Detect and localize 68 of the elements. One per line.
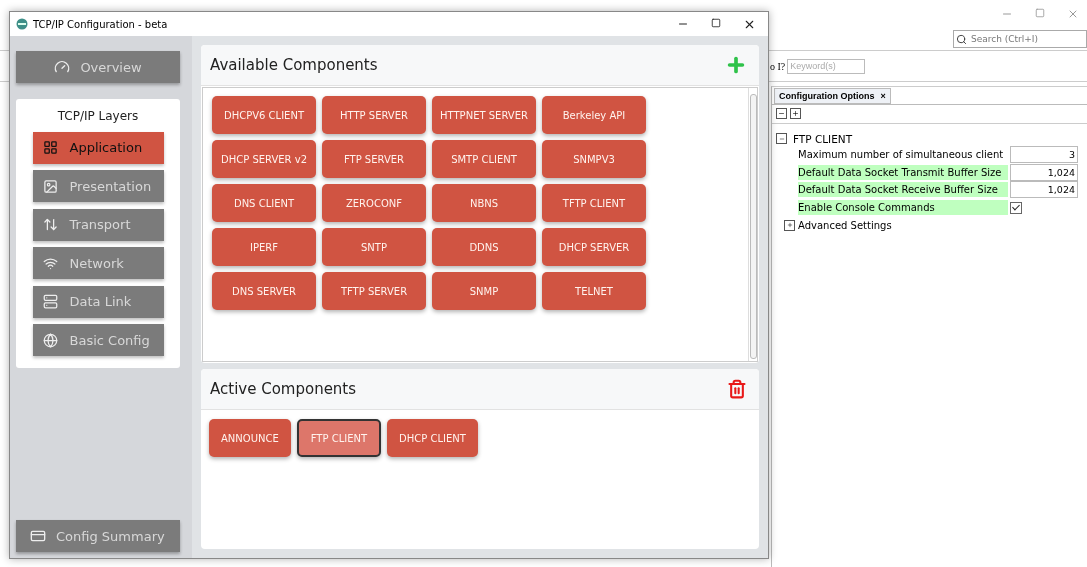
component-button[interactable]: TFTP CLIENT: [542, 184, 646, 222]
layer-button[interactable]: Basic Config: [32, 324, 164, 356]
component-button[interactable]: HTTP SERVER: [322, 96, 426, 134]
overview-button[interactable]: Overview: [16, 51, 180, 83]
layers-title: TCP/IP Layers: [57, 109, 139, 123]
component-button[interactable]: Berkeley API: [542, 96, 646, 134]
component-button[interactable]: HTTPNET SERVER: [432, 96, 536, 134]
value-field[interactable]: 1,024: [1010, 163, 1078, 181]
component-button[interactable]: DHCPV6 CLIENT: [212, 96, 316, 134]
option-label: Default Data Socket Receive Buffer Size: [798, 182, 1008, 198]
value-field[interactable]: 3: [1010, 146, 1078, 164]
config-summary-button[interactable]: Config Summary: [16, 520, 180, 552]
panel-title: Available Components: [210, 56, 378, 74]
component-button[interactable]: SNTP: [322, 228, 426, 266]
component-button[interactable]: DHCP CLIENT: [387, 419, 478, 457]
scrollbar[interactable]: [748, 88, 757, 361]
maximize-icon[interactable]: [711, 17, 721, 28]
component-button[interactable]: DNS CLIENT: [212, 184, 316, 222]
panel-title: Active Components: [210, 380, 357, 398]
question-label: o I?: [770, 60, 786, 72]
layer-button[interactable]: Application: [32, 131, 164, 164]
tree-node[interactable]: Advanced Settings: [798, 219, 892, 231]
wifi-icon: [42, 255, 58, 271]
globe-icon: [42, 332, 58, 348]
expand-all-icon[interactable]: [790, 108, 801, 119]
image-icon: [42, 178, 58, 194]
component-button[interactable]: NBNS: [432, 184, 536, 222]
checkbox[interactable]: [1010, 201, 1022, 214]
option-label: Maximum number of simultaneous client: [798, 148, 1005, 163]
app-icon: [16, 18, 28, 30]
layer-button[interactable]: Presentation: [32, 170, 164, 202]
component-button[interactable]: DNS SERVER: [212, 272, 316, 310]
collapse-icon[interactable]: [776, 133, 787, 144]
layer-button[interactable]: Data Link: [32, 285, 164, 318]
collapse-all-icon[interactable]: [776, 108, 787, 119]
arrows-icon: [42, 217, 58, 232]
search-field[interactable]: Search (Ctrl+I): [953, 30, 1087, 48]
component-button[interactable]: DHCP SERVER v2: [212, 140, 316, 178]
option-label: Default Data Socket Transmit Buffer Size: [798, 164, 1008, 180]
component-button[interactable]: FTP SERVER: [322, 140, 426, 178]
grid-icon: [42, 140, 58, 155]
value-field[interactable]: 1,024: [1010, 181, 1078, 199]
panel-tab[interactable]: Configuration Options ×: [774, 88, 891, 104]
search-icon: [956, 33, 967, 45]
search-placeholder: Search (Ctrl+I): [971, 34, 1038, 44]
server-icon: [42, 294, 58, 309]
component-button[interactable]: TELNET: [542, 272, 646, 310]
tab-close[interactable]: ×: [880, 91, 886, 101]
component-button[interactable]: SMTP CLIENT: [432, 140, 536, 178]
component-button[interactable]: ZEROCONF: [322, 184, 426, 222]
component-button[interactable]: ANNOUNCE: [209, 419, 291, 457]
component-button[interactable]: SNMP: [432, 272, 536, 310]
card-icon: [30, 528, 46, 544]
component-button[interactable]: DHCP SERVER: [542, 228, 646, 266]
trash-icon[interactable]: [727, 379, 747, 399]
component-button[interactable]: IPERF: [212, 228, 316, 266]
layer-button[interactable]: Network: [32, 247, 164, 279]
layer-button[interactable]: Transport: [32, 208, 164, 241]
component-button[interactable]: FTP CLIENT: [296, 419, 382, 457]
component-button[interactable]: TFTP SERVER: [322, 272, 426, 310]
option-label: Enable Console Commands: [798, 200, 1008, 216]
keyword-field[interactable]: Keyword(s): [787, 58, 866, 74]
window-title: TCP/IP Configuration - beta: [33, 18, 168, 30]
component-button[interactable]: DDNS: [432, 228, 536, 266]
gauge-icon: [54, 59, 71, 75]
expand-icon[interactable]: [784, 219, 795, 231]
component-button[interactable]: SNMPV3: [542, 140, 646, 178]
tree-node[interactable]: FTP CLIENT: [793, 132, 853, 145]
